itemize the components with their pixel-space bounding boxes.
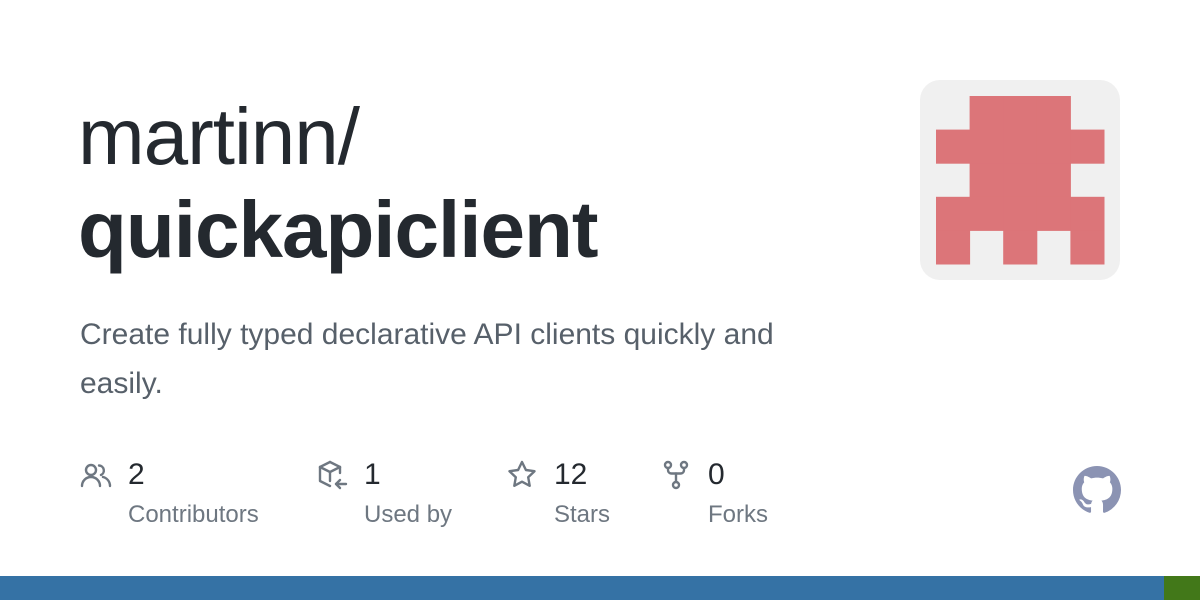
people-icon (80, 459, 112, 491)
identicon-cell (936, 196, 971, 231)
star-icon (506, 459, 538, 491)
language-bar-segment (0, 576, 1164, 600)
identicon-cell (1003, 96, 1038, 131)
identicon-cell (1003, 163, 1038, 198)
identicon-cell (1036, 96, 1071, 131)
repo-name[interactable]: quickapiclient (78, 182, 598, 278)
stat-label: Stars (554, 501, 611, 528)
identicon-cell (1070, 230, 1105, 265)
identicon-cell (1070, 196, 1105, 231)
github-mark-icon (1073, 466, 1121, 514)
identicon-cell (936, 230, 971, 265)
identicon-cell (1036, 163, 1071, 198)
identicon-cell (969, 163, 1004, 198)
repo-description: Create fully typed declarative API clien… (80, 318, 774, 400)
stat-value: 1 (364, 458, 381, 491)
identicon-cell (969, 96, 1004, 131)
language-bar (0, 576, 1200, 600)
language-bar-segment (1164, 576, 1200, 600)
stat-value: 0 (708, 458, 725, 491)
stat-value: 2 (128, 458, 145, 491)
owner-avatar (920, 80, 1120, 280)
package-dependents-icon (316, 459, 348, 491)
identicon-cell (1070, 129, 1105, 164)
identicon-cell (969, 129, 1004, 164)
stat-label: Forks (708, 501, 768, 528)
identicon-cell (1003, 196, 1038, 231)
repo-forked-icon (660, 459, 692, 491)
identicon-cell (1003, 230, 1038, 265)
stat-label: Contributors (128, 501, 259, 528)
stat-value: 12 (554, 458, 588, 491)
repo-owner[interactable]: martinn/ (78, 92, 360, 182)
identicon-cell (936, 129, 971, 164)
identicon-cell (969, 196, 1004, 231)
identicon-cell (1003, 129, 1038, 164)
stat-label: Used by (364, 501, 453, 528)
identicon-icon (936, 96, 1105, 265)
identicon-cell (1036, 196, 1071, 231)
identicon-cell (1036, 129, 1071, 164)
